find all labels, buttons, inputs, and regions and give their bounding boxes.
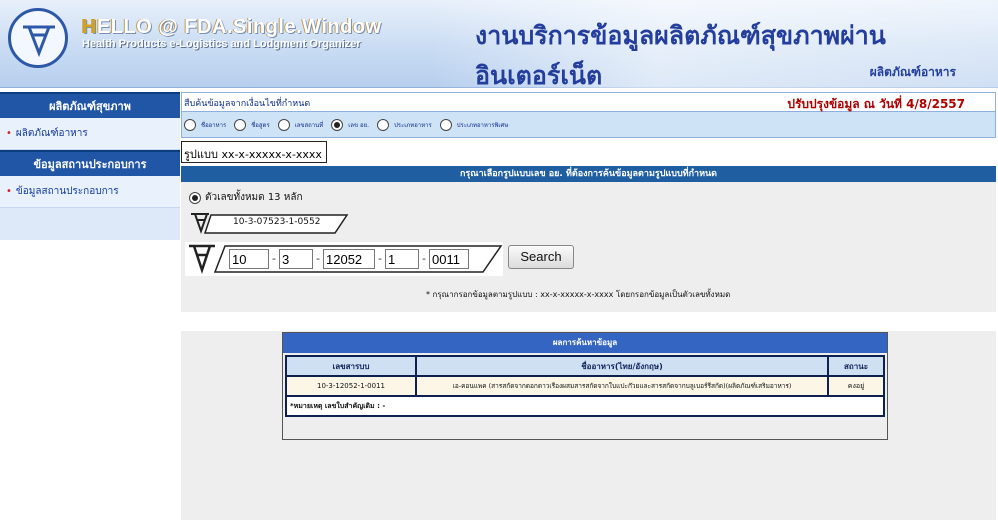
- radio-special-food-type[interactable]: [439, 118, 452, 131]
- search-panel: ตัวเลขทั้งหมด 13 หลัก 10-3-07523-1-0552 …: [181, 182, 996, 312]
- search-type-radios: ชื่ออาหาร ชื่อสูตร เลขสถานที่ เลข อย. ปร…: [181, 112, 996, 138]
- fda-number-input-strip: - - - -: [185, 242, 503, 276]
- radio-food-name[interactable]: [184, 118, 196, 131]
- instruction-bar: กรุณาเลือกรูปแบบเลข อย. ที่ต้องการค้นข้อ…: [181, 166, 996, 182]
- column-header: ชื่ออาหาร(ไทย/อังกฤษ): [415, 355, 829, 377]
- section-title: ผลิตภัณฑ์อาหาร: [869, 65, 956, 79]
- segment-separator: -: [422, 252, 426, 265]
- fda-segment-4[interactable]: [385, 249, 419, 269]
- option-13-digits[interactable]: ตัวเลขทั้งหมด 13 หลัก: [189, 190, 303, 205]
- brand-subtitle: Health Products e-Logistics and Lodgment…: [82, 38, 361, 50]
- site-header: HELLO @ FDA.Single.Window Health Product…: [0, 0, 998, 90]
- search-condition-bar: สืบค้นข้อมูลจากเงื่อนไขที่กำหนด ปรับปรุง…: [181, 92, 996, 112]
- fda-logo-icon: [8, 8, 68, 68]
- results-table: เลขสารบบ ชื่ออาหาร(ไทย/อังกฤษ) สถานะ 10-…: [285, 355, 885, 417]
- update-date: ปรับปรุงข้อมูล ณ วันที่ 4/8/2557: [787, 97, 965, 111]
- fda-segment-2[interactable]: [279, 249, 313, 269]
- radio-premise-number[interactable]: [277, 118, 290, 131]
- radio-13-digits[interactable]: [189, 191, 201, 204]
- bullet-icon: •: [6, 186, 12, 197]
- remark-cell: *หมายเหตุ เลขใบสำคัญเดิม : -: [285, 395, 885, 417]
- sidebar-item-premises[interactable]: • ข้อมูลสถานประกอบการ: [0, 176, 180, 208]
- brand-title: HELLO @ FDA.Single.Window: [82, 16, 382, 38]
- sample-number: 10-3-07523-1-0552: [233, 217, 321, 227]
- search-condition-label: สืบค้นข้อมูลจากเงื่อนไขที่กำหนด: [184, 99, 311, 109]
- results-title: ผลการค้นหาข้อมูล: [283, 333, 887, 353]
- registration-number-cell[interactable]: 10-3-12052-1-0011: [285, 375, 417, 397]
- sidebar-heading-products: ผลิตภัณฑ์สุขภาพ: [0, 92, 180, 118]
- search-button[interactable]: Search: [508, 245, 574, 269]
- table-row[interactable]: 10-3-12052-1-0011 เอ-คอนแพค (สารสกัดจากด…: [285, 375, 885, 397]
- input-note: * กรุณากรอกข้อมูลตามรูปแบบ : xx-x-xxxxx-…: [426, 290, 731, 299]
- sample-number-tag: 10-3-07523-1-0552: [189, 211, 349, 235]
- results-area: ผลการค้นหาข้อมูล เลขสารบบ ชื่ออาหาร(ไทย/…: [181, 331, 996, 520]
- fda-segment-3[interactable]: [323, 249, 375, 269]
- segment-separator: -: [272, 252, 276, 265]
- segment-separator: -: [316, 252, 320, 265]
- radio-fda-number[interactable]: [331, 118, 344, 131]
- sidebar-heading-premises: ข้อมูลสถานประกอบการ: [0, 150, 180, 176]
- food-name-cell: เอ-คอนแพค (สารสกัดจากดอกดาวเรืองผสมสารสก…: [415, 375, 829, 397]
- segment-separator: -: [378, 252, 382, 265]
- bullet-icon: •: [6, 128, 12, 139]
- format-select[interactable]: รูปแบบ xx-x-xxxxx-x-xxxx: [181, 141, 327, 163]
- sidebar-item-label: ข้อมูลสถานประกอบการ: [15, 186, 119, 197]
- sidebar-item-label: ผลิตภัณฑ์อาหาร: [15, 128, 88, 139]
- sidebar-item-food[interactable]: • ผลิตภัณฑ์อาหาร: [0, 118, 180, 150]
- radio-formula-name[interactable]: [234, 118, 247, 131]
- sidebar: ผลิตภัณฑ์สุขภาพ • ผลิตภัณฑ์อาหาร ข้อมูลสถ…: [0, 92, 180, 240]
- fda-segment-5[interactable]: [429, 249, 469, 269]
- results-box: ผลการค้นหาข้อมูล เลขสารบบ ชื่ออาหาร(ไทย/…: [282, 332, 888, 440]
- sidebar-spacer: [0, 208, 180, 234]
- page-title: งานบริการข้อมูลผลิตภัณฑ์สุขภาพผ่านอินเตอ…: [475, 21, 886, 90]
- column-header: เลขสารบบ: [285, 355, 417, 377]
- fda-segment-1[interactable]: [229, 249, 269, 269]
- option-13-digits-label: ตัวเลขทั้งหมด 13 หลัก: [205, 192, 303, 203]
- search-main: สืบค้นข้อมูลจากเงื่อนไขที่กำหนด ปรับปรุง…: [181, 92, 996, 312]
- radio-food-type[interactable]: [377, 118, 389, 131]
- column-header: สถานะ: [827, 355, 885, 377]
- status-cell: คงอยู่: [827, 375, 885, 397]
